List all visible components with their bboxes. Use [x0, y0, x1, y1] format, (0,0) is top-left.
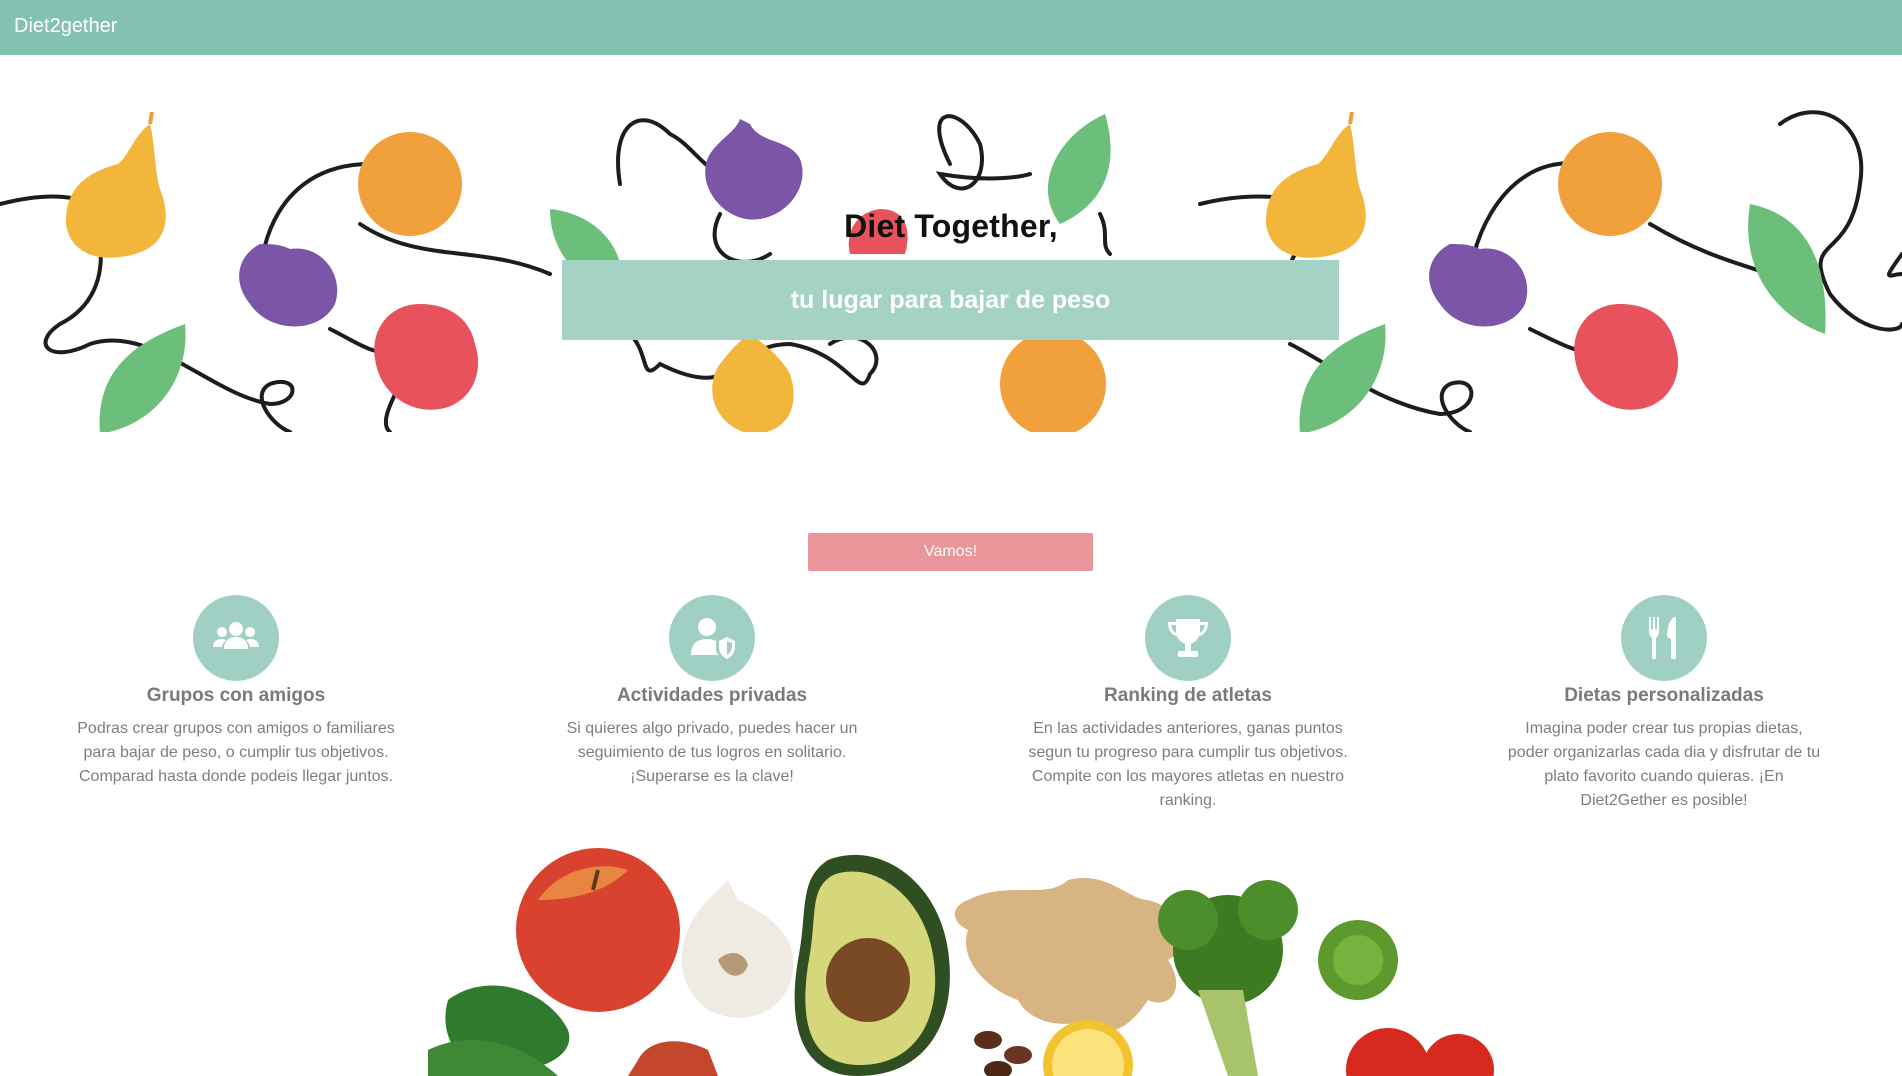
feature-description: En las actividades anteriores, ganas pun… — [1028, 720, 1348, 809]
trophy-icon — [1145, 595, 1231, 681]
hero-subtitle: tu lugar para bajar de peso — [790, 286, 1111, 314]
hero-title: Diet Together, — [844, 208, 1058, 244]
utensils-icon — [1621, 595, 1707, 681]
feature-title: Grupos con amigos — [146, 685, 326, 706]
brand-link[interactable]: Diet2gether — [14, 15, 117, 38]
feature-title: Dietas personalizadas — [1564, 685, 1764, 706]
feature-description: Imagina poder crear tus propias dietas, … — [1507, 720, 1821, 809]
feature-private: Actividades privadas Si quieres algo pri… — [542, 595, 882, 789]
feature-title: Ranking de atletas — [1104, 685, 1272, 706]
vegetables-image — [428, 840, 1508, 1076]
feature-ranking: Ranking de atletas En las actividades an… — [1018, 595, 1358, 813]
users-icon — [193, 595, 279, 681]
feature-title: Actividades privadas — [616, 685, 808, 706]
feature-groups: Grupos con amigos Podras crear grupos co… — [66, 595, 406, 789]
user-shield-icon — [669, 595, 755, 681]
feature-description: Podras crear grupos con amigos o familia… — [77, 720, 395, 785]
feature-description: Si quieres algo privado, puedes hacer un… — [566, 720, 858, 785]
navbar: Diet2gether — [0, 0, 1902, 55]
feature-diets: Dietas personalizadas Imagina poder crea… — [1494, 595, 1834, 813]
vamos-button[interactable]: Vamos! — [808, 533, 1093, 571]
